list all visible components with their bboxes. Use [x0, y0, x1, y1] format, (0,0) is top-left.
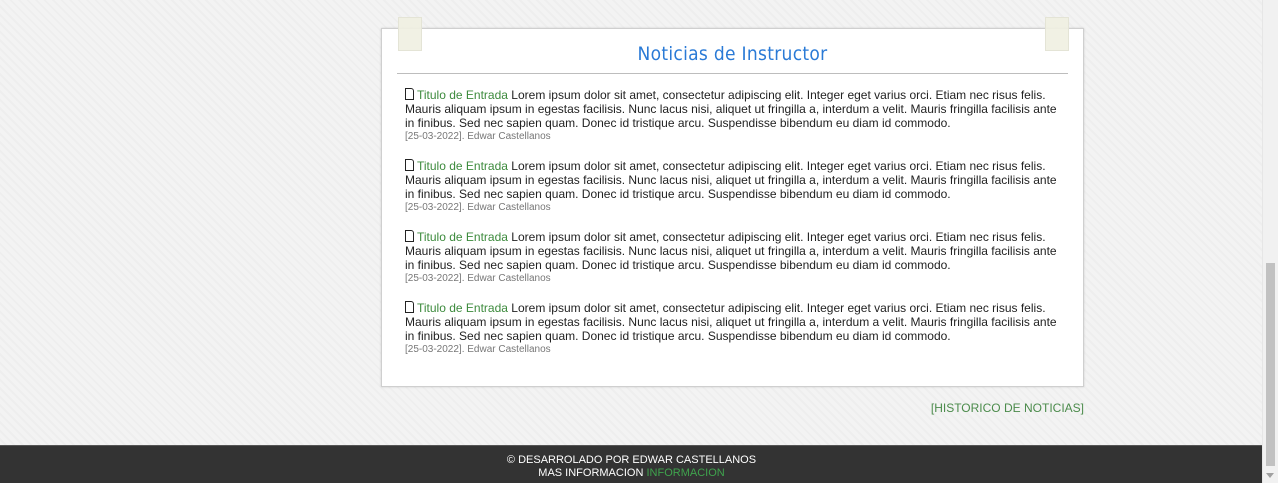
news-title-link[interactable]: Titulo de Entrada: [417, 159, 508, 173]
panel-title: Noticias de Instructor: [637, 43, 828, 65]
vertical-scrollbar[interactable]: [1262, 0, 1278, 483]
document-icon: [405, 88, 414, 100]
news-meta: [25-03-2022]. Edwar Castellanos: [405, 202, 551, 213]
news-item: Titulo de Entrada Lorem ipsum dolor sit …: [405, 88, 1061, 144]
document-icon: [405, 159, 414, 171]
news-title-link[interactable]: Titulo de Entrada: [417, 88, 508, 102]
news-meta: [25-03-2022]. Edwar Castellanos: [405, 131, 551, 142]
scrollbar-thumb[interactable]: [1266, 263, 1275, 466]
news-history-link[interactable]: [HISTORICO DE NOTICIAS]: [931, 401, 1084, 415]
footer-more-info: MAS INFORMACION INFORMACION: [0, 467, 1263, 480]
footer-more-label: MAS INFORMACION: [538, 467, 644, 479]
tape-decoration-right: [1045, 17, 1069, 51]
tape-decoration-left: [398, 17, 422, 51]
news-meta: [25-03-2022]. Edwar Castellanos: [405, 273, 551, 284]
footer-credit: © DESARROLADO POR EDWAR CASTELLANOS: [506, 454, 757, 466]
document-icon: [405, 301, 414, 313]
news-item: Titulo de Entrada Lorem ipsum dolor sit …: [405, 301, 1061, 357]
news-title-link[interactable]: Titulo de Entrada: [417, 301, 508, 315]
news-item: Titulo de Entrada Lorem ipsum dolor sit …: [405, 230, 1061, 286]
news-meta: [25-03-2022]. Edwar Castellanos: [405, 344, 551, 355]
scroll-down-arrow-icon[interactable]: [1266, 473, 1274, 478]
news-panel: Noticias de Instructor Titulo de Entrada…: [381, 17, 1084, 387]
news-title-link[interactable]: Titulo de Entrada: [417, 230, 508, 244]
title-divider: [397, 73, 1068, 74]
document-icon: [405, 230, 414, 242]
footer: © DESARROLADO POR EDWAR CASTELLANOS MAS …: [0, 445, 1263, 483]
footer-info-link[interactable]: INFORMACION: [646, 467, 724, 479]
news-list: Titulo de Entrada Lorem ipsum dolor sit …: [382, 88, 1083, 357]
news-item: Titulo de Entrada Lorem ipsum dolor sit …: [405, 159, 1061, 215]
